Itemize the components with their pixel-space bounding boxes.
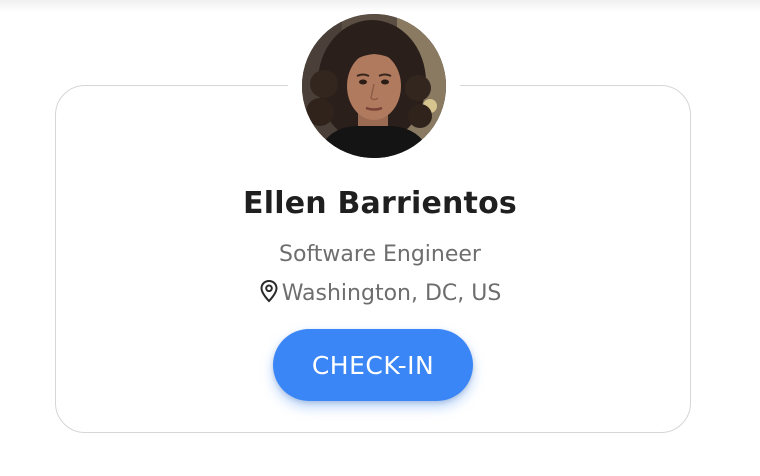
profile-name: Ellen Barrientos <box>243 186 517 221</box>
profile-location: Washington, DC, US <box>0 279 760 309</box>
map-pin-icon <box>259 279 279 309</box>
avatar <box>302 14 446 158</box>
location-text: Washington, DC, US <box>281 281 502 306</box>
check-in-button[interactable]: CHECK-IN <box>273 329 473 401</box>
profile-title: Software Engineer <box>279 242 481 267</box>
top-shadow <box>0 0 760 12</box>
avatar-photo <box>302 14 446 158</box>
